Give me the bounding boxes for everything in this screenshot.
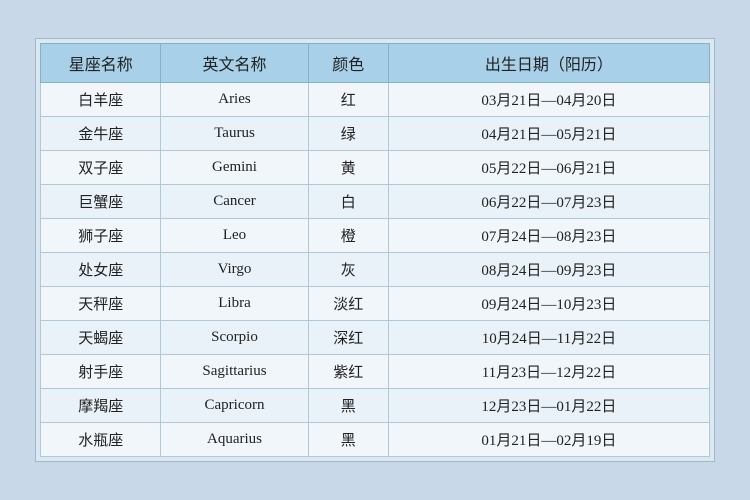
cell-date: 06月22日—07月23日 [388, 185, 709, 219]
cell-en: Sagittarius [161, 355, 308, 389]
cell-date: 09月24日—10月23日 [388, 287, 709, 321]
cell-en: Cancer [161, 185, 308, 219]
cell-color: 白 [308, 185, 388, 219]
cell-en: Virgo [161, 253, 308, 287]
cell-date: 01月21日—02月19日 [388, 423, 709, 457]
header-color: 颜色 [308, 44, 388, 83]
cell-color: 绿 [308, 117, 388, 151]
cell-en: Aries [161, 83, 308, 117]
table-body: 白羊座Aries红03月21日—04月20日金牛座Taurus绿04月21日—0… [41, 83, 710, 457]
cell-cn: 摩羯座 [41, 389, 161, 423]
table-row: 水瓶座Aquarius黑01月21日—02月19日 [41, 423, 710, 457]
cell-color: 黄 [308, 151, 388, 185]
header-date: 出生日期（阳历） [388, 44, 709, 83]
table-row: 狮子座Leo橙07月24日—08月23日 [41, 219, 710, 253]
zodiac-table-container: 星座名称 英文名称 颜色 出生日期（阳历） 白羊座Aries红03月21日—04… [35, 38, 715, 462]
cell-cn: 金牛座 [41, 117, 161, 151]
table-row: 金牛座Taurus绿04月21日—05月21日 [41, 117, 710, 151]
cell-date: 08月24日—09月23日 [388, 253, 709, 287]
cell-cn: 狮子座 [41, 219, 161, 253]
cell-date: 05月22日—06月21日 [388, 151, 709, 185]
cell-cn: 水瓶座 [41, 423, 161, 457]
cell-en: Gemini [161, 151, 308, 185]
table-row: 天蝎座Scorpio深红10月24日—11月22日 [41, 321, 710, 355]
cell-color: 黑 [308, 423, 388, 457]
cell-color: 黑 [308, 389, 388, 423]
cell-date: 07月24日—08月23日 [388, 219, 709, 253]
cell-date: 04月21日—05月21日 [388, 117, 709, 151]
cell-cn: 天蝎座 [41, 321, 161, 355]
cell-color: 淡红 [308, 287, 388, 321]
table-row: 处女座Virgo灰08月24日—09月23日 [41, 253, 710, 287]
table-header-row: 星座名称 英文名称 颜色 出生日期（阳历） [41, 44, 710, 83]
cell-cn: 处女座 [41, 253, 161, 287]
cell-en: Scorpio [161, 321, 308, 355]
cell-en: Capricorn [161, 389, 308, 423]
cell-date: 11月23日—12月22日 [388, 355, 709, 389]
zodiac-table: 星座名称 英文名称 颜色 出生日期（阳历） 白羊座Aries红03月21日—04… [40, 43, 710, 457]
cell-en: Leo [161, 219, 308, 253]
header-cn: 星座名称 [41, 44, 161, 83]
table-row: 摩羯座Capricorn黑12月23日—01月22日 [41, 389, 710, 423]
cell-en: Libra [161, 287, 308, 321]
table-row: 射手座Sagittarius紫红11月23日—12月22日 [41, 355, 710, 389]
cell-cn: 巨蟹座 [41, 185, 161, 219]
table-row: 双子座Gemini黄05月22日—06月21日 [41, 151, 710, 185]
cell-color: 红 [308, 83, 388, 117]
cell-en: Taurus [161, 117, 308, 151]
cell-color: 灰 [308, 253, 388, 287]
cell-cn: 双子座 [41, 151, 161, 185]
cell-cn: 白羊座 [41, 83, 161, 117]
table-row: 巨蟹座Cancer白06月22日—07月23日 [41, 185, 710, 219]
cell-date: 12月23日—01月22日 [388, 389, 709, 423]
cell-cn: 天秤座 [41, 287, 161, 321]
header-en: 英文名称 [161, 44, 308, 83]
cell-color: 紫红 [308, 355, 388, 389]
table-row: 天秤座Libra淡红09月24日—10月23日 [41, 287, 710, 321]
cell-cn: 射手座 [41, 355, 161, 389]
cell-date: 03月21日—04月20日 [388, 83, 709, 117]
cell-color: 橙 [308, 219, 388, 253]
cell-date: 10月24日—11月22日 [388, 321, 709, 355]
cell-color: 深红 [308, 321, 388, 355]
table-row: 白羊座Aries红03月21日—04月20日 [41, 83, 710, 117]
cell-en: Aquarius [161, 423, 308, 457]
